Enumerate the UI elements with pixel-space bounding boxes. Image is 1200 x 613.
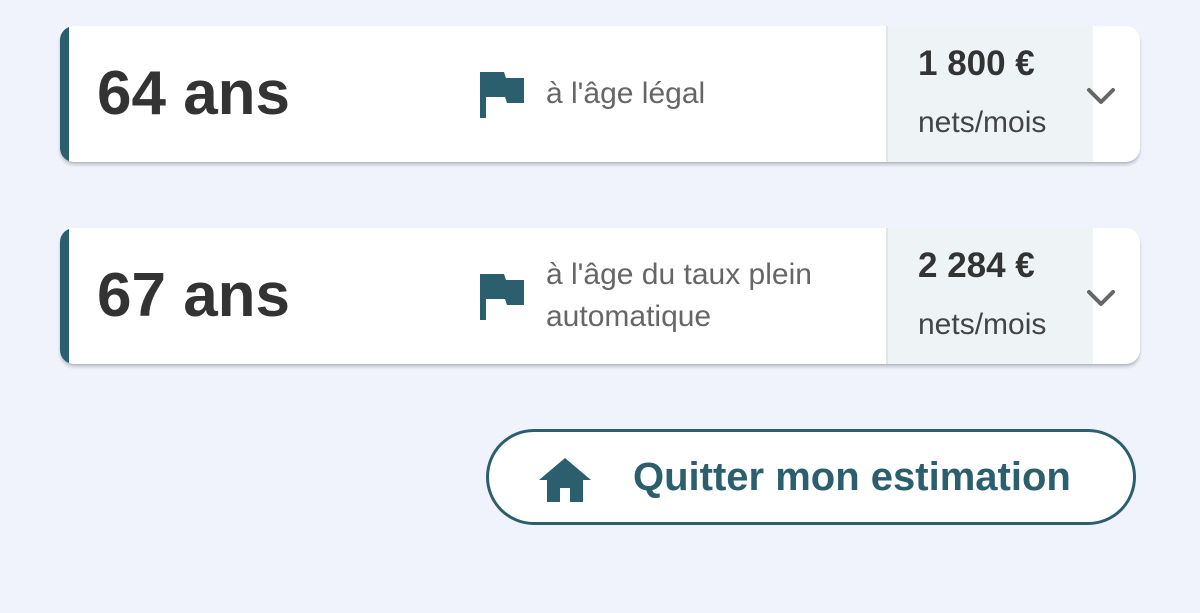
quit-estimation-button[interactable]: Quitter mon estimation — [486, 429, 1136, 525]
retirement-option-card-67[interactable]: 67 ans à l'âge du taux plein automatique… — [60, 228, 1140, 364]
chevron-down-icon[interactable] — [1086, 288, 1116, 308]
pension-amount-panel: 2 284 € nets/mois — [886, 228, 1093, 364]
home-icon — [539, 458, 591, 502]
pension-amount: 2 284 € — [918, 246, 1035, 285]
pension-amount-panel: 1 800 € nets/mois — [886, 26, 1093, 162]
pension-amount: 1 800 € — [918, 44, 1035, 83]
card-accent-bar — [60, 26, 69, 162]
quit-estimation-label: Quitter mon estimation — [633, 455, 1071, 499]
card-accent-bar — [60, 228, 69, 364]
flag-icon — [480, 72, 524, 118]
flag-icon — [480, 274, 524, 320]
retirement-age-description: à l'âge légal — [546, 77, 706, 110]
retirement-option-card-64[interactable]: 64 ans à l'âge légal 1 800 € nets/mois — [60, 26, 1140, 162]
chevron-down-icon[interactable] — [1086, 86, 1116, 106]
pension-amount-unit: nets/mois — [918, 308, 1047, 341]
pension-amount-unit: nets/mois — [918, 106, 1047, 139]
retirement-age: 67 ans — [97, 261, 291, 330]
retirement-age: 64 ans — [97, 59, 291, 128]
retirement-age-description: à l'âge du taux plein automatique — [546, 258, 812, 333]
